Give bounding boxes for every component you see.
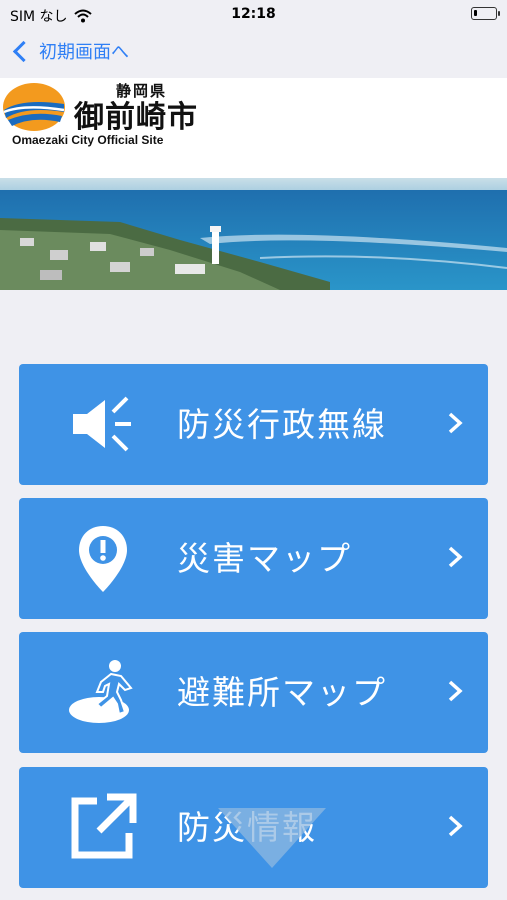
site-header: 静岡県 御前崎市 Omaezaki City Official Site [0,78,507,178]
scroll-down-arrow-icon[interactable] [218,808,326,868]
status-time: 12:18 [231,6,276,22]
menu-button-shelter-map[interactable]: 避難所マップ [19,632,488,753]
back-button[interactable]: 初期画面へ [12,38,129,64]
city-logo-icon [3,83,65,131]
status-bar: SIM なし 12:18 [0,0,507,30]
chevron-left-icon [12,40,35,62]
logo-english-name: Omaezaki City Official Site [12,133,164,147]
back-label: 初期画面へ [39,42,129,63]
map-pin-icon [79,526,127,592]
menu-button-disaster-radio[interactable]: 防災行政無線 [19,364,488,485]
chevron-right-icon [448,680,463,702]
menu-label: 避難所マップ [177,673,387,712]
external-link-icon [71,793,137,859]
speaker-icon [73,396,131,452]
battery-icon [471,7,500,20]
logo-city-name: 御前崎市 [74,100,198,135]
nav-bar: 初期画面へ [0,30,507,78]
chevron-right-icon [448,412,463,434]
chevron-right-icon [448,546,463,568]
menu-button-disaster-map[interactable]: 災害マップ [19,498,488,619]
evacuation-icon [69,660,133,723]
battery-level [474,10,477,16]
menu-label: 防災行政無線 [177,405,387,444]
hero-coast-image [0,178,507,290]
chevron-right-icon [448,815,463,837]
menu-label: 災害マップ [177,539,352,578]
